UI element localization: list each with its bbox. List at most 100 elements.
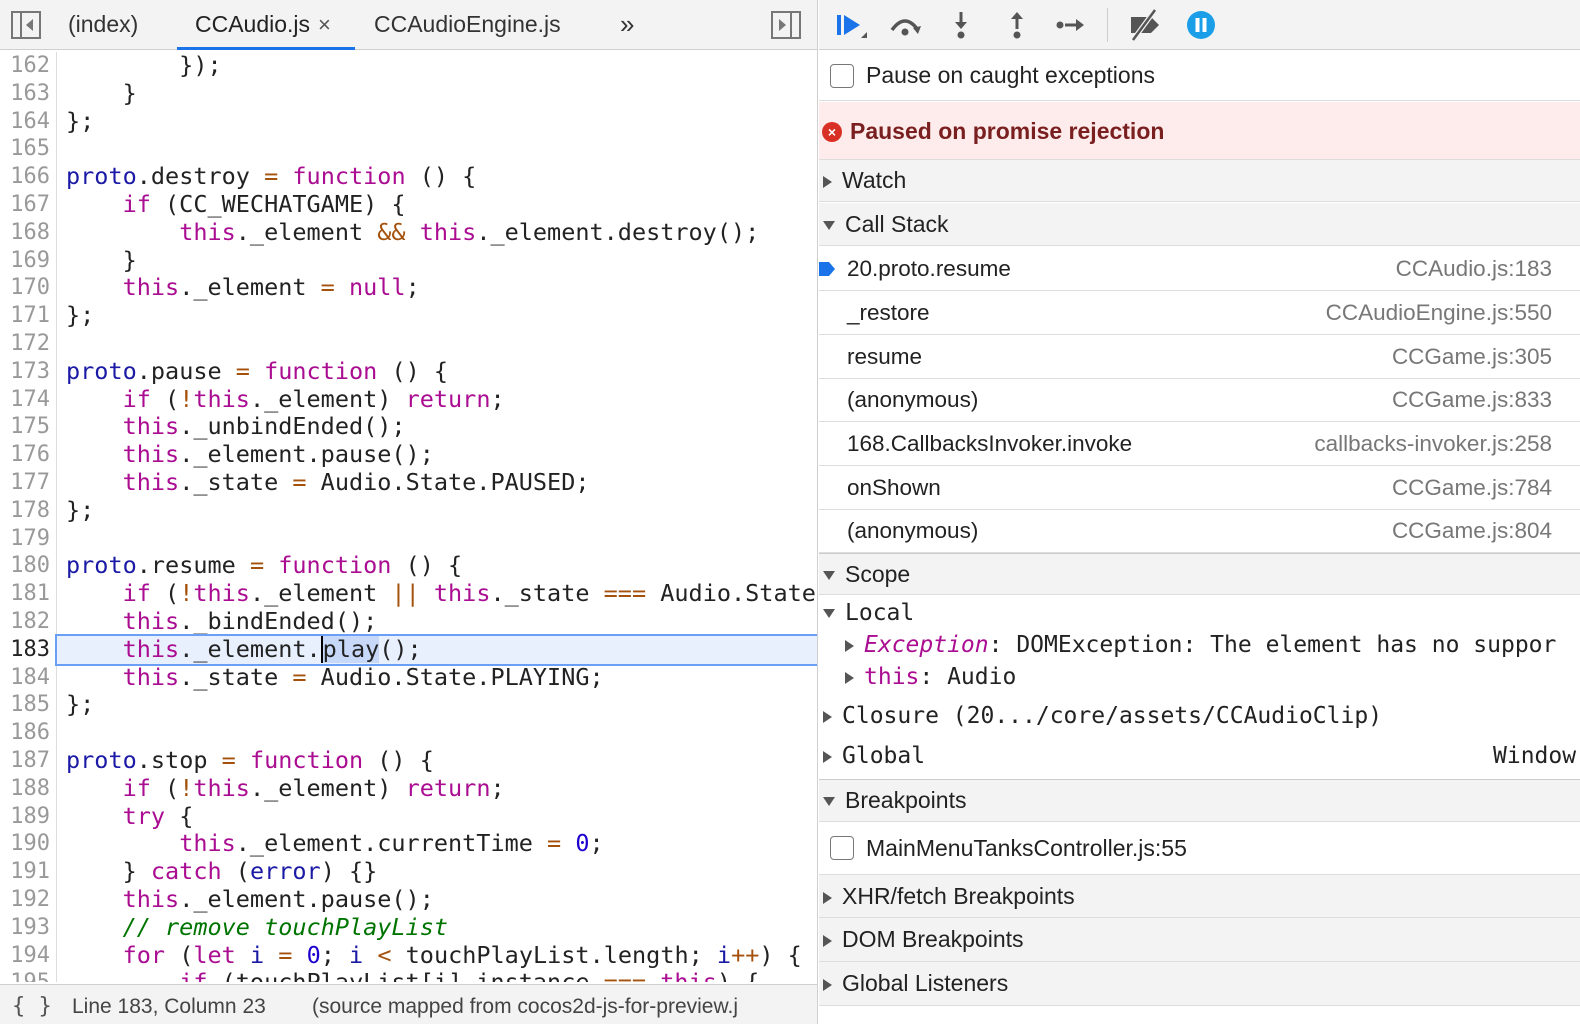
cursor-position: Line 183, Column 23 [72, 995, 266, 1018]
frame-location[interactable]: callbacks-invoker.js:258 [1314, 422, 1552, 465]
step-icon[interactable] [1053, 8, 1089, 42]
call-frame[interactable]: 168.CallbacksInvoker.invoke callbacks-in… [819, 422, 1580, 466]
breakpoint-location[interactable]: MainMenuTanksController.js:55 [866, 835, 1187, 862]
expand-triangle-icon [845, 639, 854, 652]
line-number[interactable]: 170 [0, 274, 50, 302]
line-number[interactable]: 164 [0, 108, 50, 136]
close-tab-icon[interactable]: × [318, 12, 331, 37]
dom-breakpoints-section-header[interactable]: DOM Breakpoints [819, 918, 1580, 962]
resume-icon[interactable] [833, 8, 869, 42]
tab-index[interactable]: (index) [68, 0, 138, 50]
line-number-gutter[interactable]: 162 163 164 165 166 167 168 169 170 171 172 173 174 1… [0, 52, 57, 982]
call-frame[interactable]: onShown CCGame.js:784 [819, 466, 1580, 510]
error-icon: × [822, 122, 842, 142]
line-number[interactable]: 173 [0, 358, 50, 386]
global-scope-node[interactable]: Global [819, 743, 925, 769]
frame-location[interactable]: CCGame.js:804 [1392, 509, 1552, 552]
line-number[interactable]: 179 [0, 525, 50, 553]
line-number[interactable]: 187 [0, 747, 50, 775]
breakpoint-item[interactable]: MainMenuTanksController.js:55 [819, 822, 1580, 875]
pause-on-exceptions-icon[interactable] [1183, 8, 1219, 42]
frame-name: (anonymous) [847, 387, 979, 412]
frame-location[interactable]: CCGame.js:833 [1392, 378, 1552, 421]
local-scope-node[interactable]: Local [819, 600, 914, 626]
exception-property[interactable]: Exception: DOMException: The element has… [841, 632, 1556, 658]
line-number[interactable]: 167 [0, 191, 50, 219]
line-number[interactable]: 166 [0, 163, 50, 191]
watch-section-header[interactable]: Watch [819, 160, 1580, 202]
call-stack-section-header[interactable]: Call Stack [819, 203, 1580, 246]
line-number[interactable]: 178 [0, 497, 50, 525]
deactivate-breakpoints-icon[interactable] [1125, 8, 1165, 42]
code-line: this._element.pause(); [122, 440, 434, 469]
line-number[interactable]: 176 [0, 441, 50, 469]
frame-location[interactable]: CCGame.js:784 [1392, 466, 1552, 509]
property-value: : Audio [919, 664, 1017, 690]
line-number[interactable]: 184 [0, 664, 50, 692]
line-number[interactable]: 172 [0, 330, 50, 358]
line-number[interactable]: 188 [0, 775, 50, 803]
call-frame[interactable]: (anonymous) CCGame.js:833 [819, 378, 1580, 422]
toggle-debugger-icon[interactable] [770, 10, 802, 40]
line-number[interactable]: 175 [0, 413, 50, 441]
line-number[interactable]: 169 [0, 247, 50, 275]
line-number[interactable]: 193 [0, 914, 50, 942]
breakpoint-checkbox[interactable] [830, 836, 854, 860]
code-line: }; [66, 301, 95, 330]
line-number[interactable]: 191 [0, 858, 50, 886]
call-frame[interactable]: resume CCGame.js:305 [819, 335, 1580, 379]
line-number[interactable]: 177 [0, 469, 50, 497]
scope-section-header[interactable]: Scope [819, 553, 1580, 595]
line-number[interactable]: 168 [0, 219, 50, 247]
pretty-print-icon[interactable]: { } [12, 985, 52, 1024]
xhr-breakpoints-section-header[interactable]: XHR/fetch Breakpoints [819, 875, 1580, 918]
frame-location[interactable]: CCGame.js:305 [1392, 335, 1552, 378]
debugger-toolbar [819, 0, 1580, 50]
breakpoints-section-header[interactable]: Breakpoints [819, 780, 1580, 822]
pause-on-caught-row[interactable]: Pause on caught exceptions [819, 51, 1580, 101]
line-number[interactable]: 194 [0, 942, 50, 970]
call-frame[interactable]: 20.proto.resume CCAudio.js:183 [819, 247, 1580, 291]
step-over-icon[interactable] [887, 8, 923, 42]
code-line: proto.destroy = function () { [66, 162, 477, 191]
call-frame[interactable]: (anonymous) CCGame.js:804 [819, 509, 1580, 553]
source-map-info[interactable]: (source mapped from cocos2d-js-for-previ… [312, 985, 738, 1024]
line-number[interactable]: 162 [0, 52, 50, 80]
code-line: proto.pause = function () { [66, 356, 449, 385]
line-number[interactable]: 174 [0, 386, 50, 414]
collapse-triangle-icon [823, 797, 835, 807]
code-view[interactable]: 162 163 164 165 166 167 168 169 170 171 172 173 174 1… [0, 52, 817, 982]
line-number[interactable]: 189 [0, 803, 50, 831]
line-number[interactable]: 190 [0, 830, 50, 858]
code-line: }; [66, 690, 95, 719]
pause-on-caught-checkbox[interactable] [830, 64, 854, 88]
frame-name: resume [847, 344, 923, 369]
tab-ccaudioengine[interactable]: CCAudioEngine.js [374, 0, 561, 50]
line-number[interactable]: 171 [0, 302, 50, 330]
line-number[interactable]: 165 [0, 135, 50, 163]
frame-location[interactable]: CCAudio.js:183 [1396, 247, 1552, 290]
closure-scope-node[interactable]: Closure (20.../core/assets/CCAudioClip) [819, 703, 1382, 729]
code-line: for (let i = 0; i < touchPlayList.length… [122, 940, 802, 969]
code-line: if (touchPlayList[i].instance === this) … [66, 968, 817, 982]
call-frame[interactable]: _restore CCAudioEngine.js:550 [819, 291, 1580, 335]
step-out-icon[interactable] [999, 8, 1035, 42]
line-number[interactable]: 186 [0, 719, 50, 747]
line-number[interactable]: 163 [0, 80, 50, 108]
this-property[interactable]: this: Audio [841, 664, 1016, 690]
line-number[interactable]: 181 [0, 580, 50, 608]
line-number[interactable]: 182 [0, 608, 50, 636]
step-into-icon[interactable] [943, 8, 979, 42]
line-number[interactable]: 195 [0, 969, 50, 982]
current-line-number[interactable]: 183 [0, 636, 50, 664]
overflow-tabs-icon[interactable]: » [620, 0, 634, 50]
line-number[interactable]: 192 [0, 886, 50, 914]
tab-ccaudio[interactable]: CCAudio.js × [177, 0, 355, 50]
toggle-navigator-icon[interactable] [10, 10, 42, 40]
line-number[interactable]: 185 [0, 691, 50, 719]
line-number[interactable]: 180 [0, 552, 50, 580]
global-listeners-section-header[interactable]: Global Listeners [819, 962, 1580, 1006]
frame-location[interactable]: CCAudioEngine.js:550 [1326, 291, 1552, 334]
code-line: proto.stop = function () { [66, 746, 434, 774]
